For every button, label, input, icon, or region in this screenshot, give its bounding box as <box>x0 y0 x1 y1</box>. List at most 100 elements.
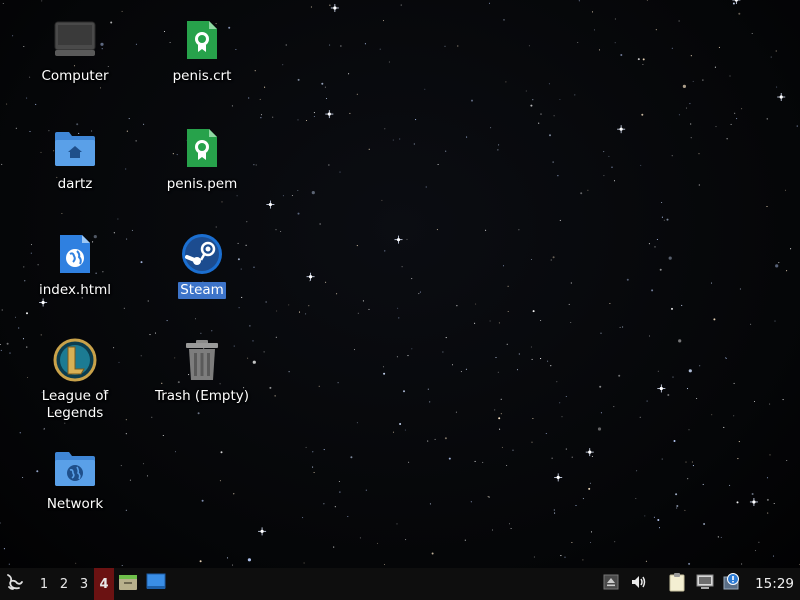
network-status-button[interactable] <box>691 568 719 600</box>
star <box>485 229 487 231</box>
bright-star <box>657 384 666 393</box>
file-manager-launcher[interactable] <box>114 568 142 600</box>
desktop-icon-league-of-legends[interactable]: League of Legends <box>20 336 130 422</box>
star <box>730 123 732 125</box>
star <box>405 539 407 541</box>
eject-button[interactable] <box>597 568 625 600</box>
star <box>498 322 500 324</box>
lxqt-menu-icon <box>5 572 25 596</box>
desktop-icon-penis-crt[interactable]: penis.crt <box>147 16 257 85</box>
star <box>415 119 417 121</box>
star <box>658 527 661 529</box>
star <box>329 4 331 6</box>
star <box>500 413 502 415</box>
star <box>769 454 771 456</box>
star <box>489 320 491 322</box>
star <box>382 366 385 368</box>
desktop-icon-label: penis.crt <box>172 68 232 84</box>
star <box>636 470 638 472</box>
star <box>510 527 512 530</box>
clipboard-icon <box>669 572 685 596</box>
star <box>559 219 561 221</box>
star <box>396 356 398 358</box>
star <box>582 498 584 500</box>
star <box>589 482 591 484</box>
star <box>470 501 472 503</box>
star <box>356 93 358 95</box>
workspace-4-button[interactable]: 4 <box>94 568 114 600</box>
update-notifier-button[interactable] <box>719 568 747 600</box>
clipboard-button[interactable] <box>663 568 691 600</box>
star <box>260 114 263 116</box>
star <box>131 229 133 231</box>
star <box>325 281 327 283</box>
certificate-file-icon <box>178 16 226 64</box>
star <box>200 332 202 334</box>
main-menu-button[interactable] <box>0 568 30 600</box>
desktop-icon-index-html[interactable]: index.html <box>20 230 130 299</box>
desktop-icon-trash[interactable]: Trash (Empty) <box>147 336 257 405</box>
star <box>778 262 780 264</box>
star <box>383 372 386 375</box>
star <box>600 332 602 334</box>
star <box>736 118 738 120</box>
star <box>645 560 647 562</box>
workspace-2-button[interactable]: 2 <box>54 568 74 600</box>
star <box>425 186 427 188</box>
star <box>540 358 542 360</box>
star <box>614 18 616 20</box>
star <box>328 164 330 166</box>
desktop-background[interactable]: Computer penis.crt dartz penis.pem index… <box>0 0 800 568</box>
star <box>319 223 321 225</box>
star <box>298 311 301 313</box>
star <box>554 512 556 514</box>
desktop-icon-network[interactable]: Network <box>20 444 130 513</box>
star <box>775 50 777 52</box>
star <box>18 327 20 329</box>
star <box>786 270 788 272</box>
star <box>703 523 706 525</box>
star <box>35 103 37 105</box>
star <box>436 229 438 231</box>
star <box>350 456 353 459</box>
show-desktop-button[interactable] <box>142 568 170 600</box>
star <box>303 562 305 564</box>
star <box>465 368 467 370</box>
star <box>580 192 583 195</box>
star <box>297 212 300 215</box>
star <box>734 112 736 114</box>
star <box>12 35 14 37</box>
star <box>359 537 361 539</box>
trash-icon <box>178 336 226 384</box>
bright-star <box>394 235 403 244</box>
desktop-icon-label: Computer <box>41 68 109 84</box>
star <box>494 409 496 411</box>
star <box>413 143 415 145</box>
workspace-3-button[interactable]: 3 <box>74 568 94 600</box>
desktop-icon-label: League of Legends <box>41 388 109 421</box>
star <box>313 115 315 118</box>
star <box>280 230 282 233</box>
star <box>445 337 447 339</box>
star <box>495 356 497 359</box>
star <box>64 422 66 424</box>
star <box>733 382 735 384</box>
star <box>466 136 468 138</box>
star <box>382 20 385 22</box>
star <box>571 541 573 544</box>
star <box>325 97 328 100</box>
star <box>642 63 644 66</box>
desktop-icon-dartz[interactable]: dartz <box>20 124 130 193</box>
clock[interactable]: 15:29 <box>755 576 794 592</box>
desktop-icon-penis-pem[interactable]: penis.pem <box>147 124 257 193</box>
desktop-icon-computer[interactable]: Computer <box>20 16 130 85</box>
star <box>174 451 177 453</box>
star <box>474 322 476 324</box>
star <box>698 184 700 186</box>
star <box>411 348 413 350</box>
bright-star <box>617 125 626 134</box>
volume-button[interactable] <box>625 568 653 600</box>
workspace-1-button[interactable]: 1 <box>34 568 54 600</box>
star <box>653 516 655 518</box>
desktop-icon-steam[interactable]: Steam <box>147 230 257 299</box>
